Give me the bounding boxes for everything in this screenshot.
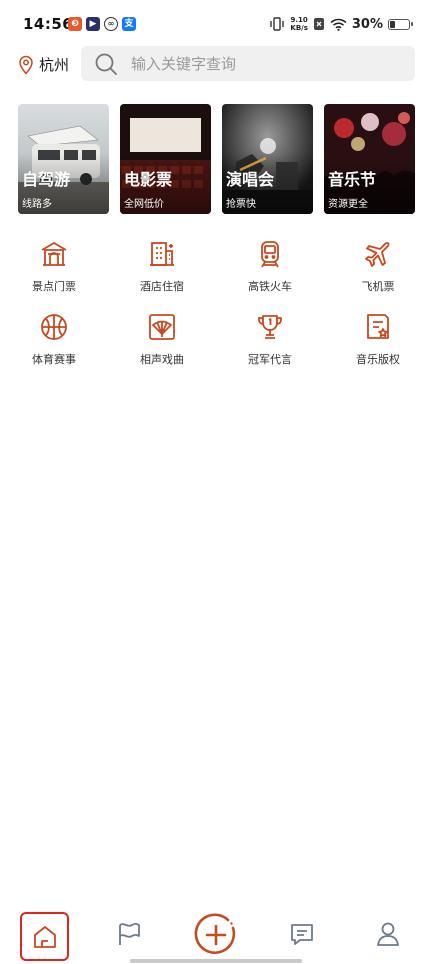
bottom-nav (0, 904, 432, 964)
battery-level (390, 20, 396, 28)
location-label: 杭州 (39, 56, 70, 74)
category-hotel[interactable]: 酒店住宿 (108, 238, 216, 311)
net-speed: 9.10 KB/s (290, 16, 307, 32)
card-title: 自驾游 (22, 170, 71, 189)
search-icon (93, 51, 119, 77)
nav-add[interactable] (193, 912, 239, 958)
category-label: 冠军代言 (248, 353, 292, 366)
category-label: 飞机票 (361, 280, 395, 293)
card-subtitle: 全网低价 (124, 199, 164, 210)
category-music-copyright[interactable]: 音乐版权 (324, 311, 432, 384)
flag-icon (119, 922, 140, 945)
alipay-icon: 支 (122, 17, 136, 31)
category-champion-endorsement[interactable]: 冠军代言 (216, 311, 324, 384)
trophy-icon (254, 311, 286, 343)
vibrate-icon (270, 17, 285, 31)
net-speed-unit: KB/s (290, 24, 308, 32)
wifi-icon (330, 18, 347, 31)
card-concert[interactable]: 演唱会 抢票快 (222, 104, 313, 214)
card-movie-ticket[interactable]: 电影票 全网低价 (120, 104, 211, 214)
search-placeholder: 输入关键字查询 (131, 55, 237, 73)
category-label: 音乐版权 (356, 353, 400, 366)
home-icon (33, 925, 56, 948)
category-label: 景点门票 (32, 280, 76, 293)
category-label: 相声戏曲 (140, 353, 184, 366)
status-bar: 14:56 ❸ ▶ ∞ 支 9.10 KB/s 30% (0, 0, 432, 48)
category-row: 景点门票 酒店住宿 高铁火车 飞机票 (0, 238, 432, 311)
nav-flag[interactable] (113, 918, 145, 950)
category-label: 酒店住宿 (140, 280, 184, 293)
scenic-gate-icon (38, 238, 70, 270)
notification-icons: ❸ ▶ ∞ 支 (68, 17, 136, 31)
battery-percent: 30% (351, 16, 383, 32)
home-indicator[interactable] (130, 959, 302, 963)
category-grid: 景点门票 酒店住宿 高铁火车 飞机票 体育赛事 相声戏曲 冠军代言 音乐版权 (0, 238, 432, 384)
battery-icon (388, 18, 413, 30)
no-sim-icon (313, 18, 324, 30)
train-icon (254, 238, 286, 270)
video-app-icon: ▶ (86, 17, 100, 31)
category-scenic-tickets[interactable]: 景点门票 (0, 238, 108, 311)
card-subtitle: 资源更全 (328, 199, 368, 210)
app-badge-icon: ❸ (68, 17, 82, 31)
location-pin-icon (19, 55, 33, 75)
nav-home[interactable] (20, 912, 69, 961)
link-app-icon: ∞ (104, 17, 118, 31)
system-icons: 9.10 KB/s 30% (269, 14, 413, 34)
user-icon (377, 922, 399, 946)
airplane-icon (362, 238, 394, 270)
feature-cards: 自驾游 线路多 电影票 全网低价 演唱会 抢票快 音乐节 资源更全 (18, 104, 415, 214)
card-subtitle: 抢票快 (226, 199, 256, 210)
category-train[interactable]: 高铁火车 (216, 238, 324, 311)
status-time: 14:56 (23, 15, 74, 33)
hotel-icon (146, 238, 178, 270)
message-icon (291, 924, 313, 945)
add-icon (194, 913, 236, 955)
card-music-festival[interactable]: 音乐节 资源更全 (324, 104, 415, 214)
category-label: 体育赛事 (32, 353, 76, 366)
nav-message[interactable] (286, 918, 318, 950)
search-input[interactable]: 输入关键字查询 (81, 46, 415, 81)
category-flight[interactable]: 飞机票 (324, 238, 432, 311)
card-title: 演唱会 (226, 170, 275, 189)
basketball-icon (38, 311, 70, 343)
card-subtitle: 线路多 (22, 199, 52, 210)
certificate-icon (362, 311, 394, 343)
category-sports[interactable]: 体育赛事 (0, 311, 108, 384)
card-title: 音乐节 (328, 170, 377, 189)
category-crosstalk-opera[interactable]: 相声戏曲 (108, 311, 216, 384)
card-title: 电影票 (124, 170, 173, 189)
location-selector[interactable]: 杭州 (18, 54, 69, 75)
category-row: 体育赛事 相声戏曲 冠军代言 音乐版权 (0, 311, 432, 384)
category-label: 高铁火车 (248, 280, 292, 293)
card-road-trip[interactable]: 自驾游 线路多 (18, 104, 109, 214)
search-row: 杭州 输入关键字查询 (0, 46, 432, 82)
nav-profile[interactable] (372, 918, 404, 950)
fan-icon (146, 311, 178, 343)
net-speed-value: 9.10 (290, 16, 308, 24)
